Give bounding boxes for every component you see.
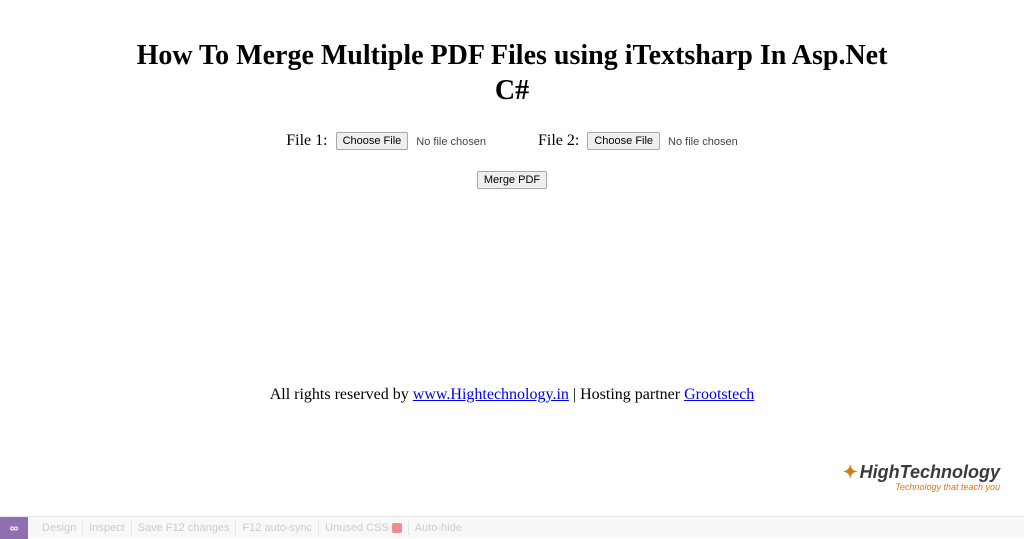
file2-status: No file chosen [668,136,738,148]
toolbar-autosync[interactable]: F12 auto-sync [236,521,319,535]
file-inputs-row: File 1: Choose File No file chosen File … [0,132,1024,150]
brand-icon: ✦ [843,463,858,481]
warning-badge-icon [392,523,402,533]
dev-toolbar: ∞ Design Inspect Save F12 changes F12 au… [0,516,1024,538]
toolbar-unused-css[interactable]: Unused CSS [319,521,409,535]
toolbar-save-f12[interactable]: Save F12 changes [132,521,237,535]
file2-label: File 2: [538,132,579,149]
brand-logo: ✦HighTechnology Technology that teach yo… [843,463,1000,492]
file1-status: No file chosen [416,136,486,148]
footer-separator: | Hosting partner [569,386,684,403]
page-title: How To Merge Multiple PDF Files using iT… [132,38,892,108]
file2-choose-button[interactable]: Choose File [587,132,660,150]
toolbar-inspect[interactable]: Inspect [83,521,131,535]
toolbar-unused-label: Unused CSS [325,522,389,534]
file2-group: File 2: Choose File No file chosen [538,132,738,150]
footer: All rights reserved by www.Hightechnolog… [0,386,1024,404]
merge-row: Merge PDF [0,170,1024,189]
toolbar-autohide[interactable]: Auto-hide [409,521,468,535]
footer-link-hightechnology[interactable]: www.Hightechnology.in [413,386,569,403]
file1-label: File 1: [286,132,327,149]
footer-link-grootstech[interactable]: Grootstech [684,386,754,403]
footer-prefix: All rights reserved by [270,386,413,403]
brand-name: HighTechnology [860,462,1000,482]
file1-choose-button[interactable]: Choose File [336,132,409,150]
toolbar-design[interactable]: Design [36,521,83,535]
file1-group: File 1: Choose File No file chosen [286,132,486,150]
merge-pdf-button[interactable]: Merge PDF [477,171,547,189]
brand-name-row: ✦HighTechnology [843,463,1000,481]
visual-studio-icon[interactable]: ∞ [0,517,28,539]
brand-tagline: Technology that teach you [843,482,1000,492]
